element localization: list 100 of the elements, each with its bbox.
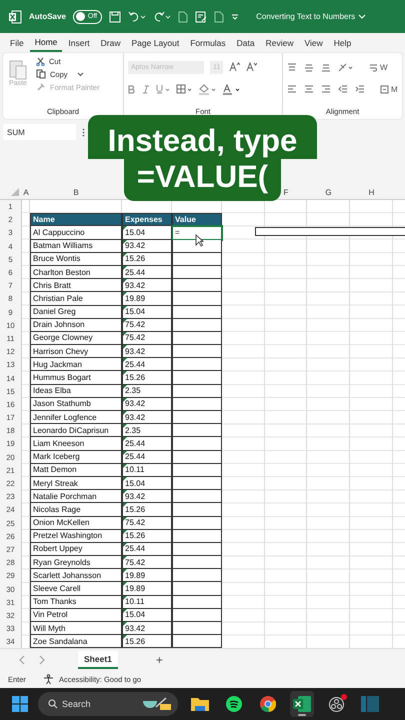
- table-cell[interactable]: [172, 437, 222, 451]
- table-cell: 15.26: [122, 635, 172, 648]
- table-cell[interactable]: [172, 596, 222, 609]
- column-header[interactable]: B: [73, 188, 79, 196]
- table-cell[interactable]: [172, 318, 222, 332]
- table-cell[interactable]: [172, 608, 222, 622]
- menu-tab[interactable]: Data: [232, 35, 260, 51]
- table-cell: 15.04: [122, 608, 172, 622]
- align-left-icon[interactable]: [287, 84, 297, 94]
- font-color-icon[interactable]: [222, 84, 240, 94]
- search-field[interactable]: Search: [38, 692, 178, 716]
- shrink-font-icon[interactable]: [246, 62, 258, 72]
- menu-tab[interactable]: Draw: [96, 35, 126, 51]
- bottom-align-icon[interactable]: [321, 62, 331, 72]
- table-cell[interactable]: [172, 292, 222, 306]
- column-header[interactable]: G: [325, 188, 332, 196]
- middle-align-icon[interactable]: [304, 62, 314, 72]
- column-header[interactable]: A: [23, 188, 29, 196]
- table-cell[interactable]: [172, 569, 222, 582]
- add-sheet-button[interactable]: +: [150, 652, 169, 668]
- column-header[interactable]: F: [284, 188, 288, 196]
- table-cell: Vin Petrol: [30, 608, 122, 622]
- previous-sheet-icon[interactable]: [18, 655, 26, 666]
- redo-icon[interactable]: [153, 10, 172, 22]
- customize-icon[interactable]: [231, 12, 240, 20]
- table-cell[interactable]: [172, 266, 222, 280]
- top-align-icon[interactable]: [287, 62, 297, 72]
- windows-start-icon[interactable]: [12, 696, 28, 712]
- menu-tab[interactable]: Insert: [63, 35, 95, 51]
- form-icon[interactable]: [195, 10, 208, 22]
- menu-tab[interactable]: Page Layout: [126, 35, 184, 51]
- document-title[interactable]: Converting Text to Numbers: [256, 12, 356, 21]
- increase-indent-icon[interactable]: [355, 84, 365, 94]
- menu-tab[interactable]: View: [300, 35, 328, 51]
- italic-icon[interactable]: [142, 84, 150, 94]
- table-cell: 75.42: [122, 332, 172, 346]
- orientation-icon[interactable]: [338, 62, 354, 72]
- table-cell[interactable]: [172, 279, 222, 292]
- undo-icon[interactable]: [128, 10, 146, 22]
- grow-font-icon[interactable]: [229, 62, 240, 72]
- table-cell: Christian Pale: [30, 292, 122, 306]
- underline-icon[interactable]: [156, 84, 170, 94]
- table-cell: Sleeve Carell: [30, 582, 122, 596]
- menu-tab[interactable]: Help: [328, 35, 356, 51]
- table-cell[interactable]: [172, 450, 222, 464]
- table-cell[interactable]: [172, 252, 222, 266]
- table-cell: 10.11: [122, 596, 172, 609]
- decrease-indent-icon[interactable]: [338, 84, 348, 94]
- table-cell[interactable]: [172, 384, 222, 398]
- table-cell[interactable]: [172, 582, 222, 596]
- table-cell: Bruce Wontis: [30, 252, 122, 266]
- sheet-tab[interactable]: Sheet1: [78, 651, 118, 670]
- table-header: Name: [30, 213, 122, 226]
- bold-icon[interactable]: [128, 84, 136, 94]
- table-cell: 15.04: [122, 476, 172, 490]
- file-icon[interactable]: [214, 10, 224, 22]
- table-cell[interactable]: [172, 398, 222, 411]
- column-header[interactable]: H: [368, 188, 374, 196]
- save-icon[interactable]: [109, 10, 122, 22]
- menu-tab[interactable]: Formulas: [185, 35, 231, 51]
- name-box[interactable]: SUM: [3, 124, 76, 140]
- table-cell: 19.89: [122, 582, 172, 596]
- table-cell[interactable]: [172, 622, 222, 636]
- next-sheet-icon[interactable]: [38, 655, 46, 666]
- new-file-icon[interactable]: [178, 10, 188, 22]
- table-cell[interactable]: [172, 411, 222, 424]
- table-cell[interactable]: =: [172, 226, 222, 240]
- menu-tab[interactable]: File: [5, 35, 29, 51]
- merge-label[interactable]: M: [391, 84, 398, 94]
- table-cell[interactable]: [172, 542, 222, 556]
- table-cell: Meryl Streak: [30, 476, 122, 490]
- accessibility-icon[interactable]: [42, 674, 54, 686]
- taskbar-button[interactable]: [290, 691, 314, 718]
- merge-icon[interactable]: [380, 84, 389, 94]
- menu-tab[interactable]: Review: [260, 35, 299, 51]
- table-cell[interactable]: [172, 490, 222, 504]
- more-icon[interactable]: [82, 128, 85, 136]
- table-cell[interactable]: [172, 476, 222, 490]
- table-cell[interactable]: [172, 464, 222, 477]
- table-cell[interactable]: [172, 358, 222, 372]
- table-cell: 15.26: [122, 252, 172, 266]
- chevron-down-icon[interactable]: [76, 72, 84, 76]
- table-cell[interactable]: [172, 306, 222, 319]
- table-cell[interactable]: [172, 371, 222, 385]
- table-cell[interactable]: [172, 503, 222, 516]
- align-center-icon[interactable]: [304, 84, 314, 94]
- align-right-icon[interactable]: [321, 84, 331, 94]
- table-cell[interactable]: [172, 635, 222, 648]
- table-cell[interactable]: [172, 530, 222, 543]
- borders-icon[interactable]: [176, 84, 192, 94]
- table-cell: Robert Uppey: [30, 542, 122, 556]
- table-cell: Jason Stathumb: [30, 398, 122, 411]
- table-cell[interactable]: [172, 424, 222, 438]
- table-cell[interactable]: [172, 345, 222, 358]
- table-cell[interactable]: [172, 516, 222, 530]
- wrap-text-label[interactable]: W: [380, 62, 388, 72]
- table-cell[interactable]: [172, 556, 222, 570]
- table-cell[interactable]: [172, 332, 222, 346]
- wrap-text-icon[interactable]: [369, 62, 378, 72]
- fill-color-icon[interactable]: [198, 84, 216, 94]
